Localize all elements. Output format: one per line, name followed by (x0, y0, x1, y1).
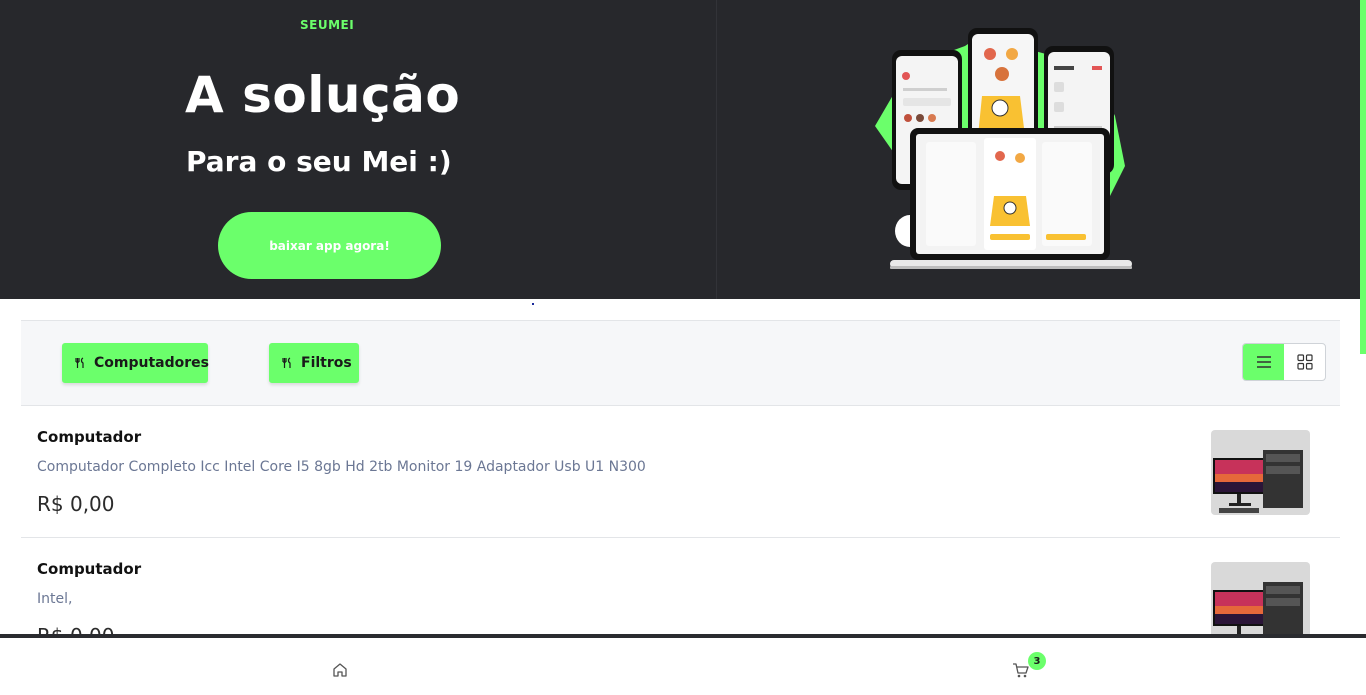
product-description: Computador Completo Icc Intel Core I5 8g… (37, 459, 646, 475)
view-mode-toggle (1242, 343, 1326, 381)
product-name: Computador (37, 428, 142, 446)
hero-banner: SEUMEI A solução Para o seu Mei :) baixa… (0, 0, 1366, 299)
grid-icon (1296, 354, 1313, 370)
list-icon (1256, 356, 1271, 368)
category-chip-computadores[interactable]: Computadores (62, 343, 209, 383)
chip-label: Filtros (301, 355, 352, 371)
utensils-icon (74, 354, 86, 373)
hero-subtitle: Para o seu Mei :) (186, 145, 452, 178)
product-list-item[interactable]: Computador Computador Completo Icc Intel… (21, 406, 1340, 538)
nav-home-button[interactable] (330, 660, 350, 680)
cart-count-badge: 3 (1028, 652, 1046, 670)
brand-logo-text: SEUMEI (300, 18, 355, 32)
filters-chip[interactable]: Filtros (269, 343, 359, 383)
product-price: R$ 0,00 (37, 492, 115, 516)
grid-view-button[interactable] (1284, 344, 1325, 380)
chip-label: Computadores (94, 355, 209, 371)
hero-divider (716, 0, 717, 299)
decorative-dot (532, 303, 534, 305)
app-devices-illustration (875, 28, 1132, 269)
scroll-accent-bar (1360, 0, 1366, 354)
home-icon (333, 663, 347, 677)
hero-title: A solução (185, 66, 461, 124)
filter-toolbar: Computadores Filtros (21, 320, 1340, 406)
product-image (1211, 430, 1310, 515)
list-view-button[interactable] (1243, 344, 1284, 380)
product-name: Computador (37, 560, 142, 578)
product-description: Intel, (37, 591, 73, 607)
bottom-navigation: 3 (0, 634, 1366, 695)
download-app-button[interactable]: baixar app agora! (218, 212, 441, 279)
utensils-icon (281, 354, 293, 373)
